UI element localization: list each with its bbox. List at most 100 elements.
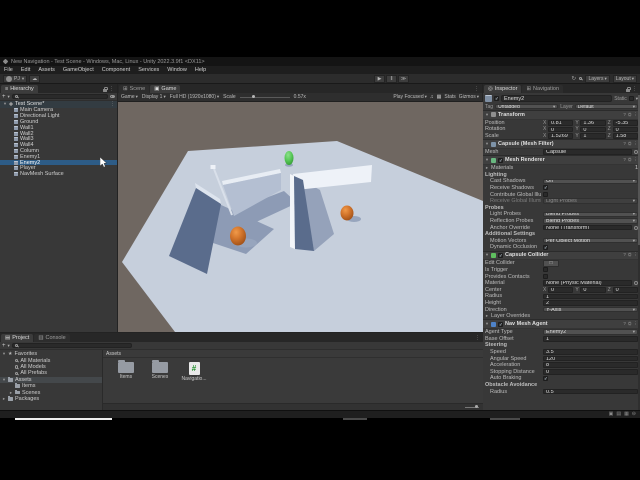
resolution-dropdown[interactable]: Full HD (1920x1080) ▾ (170, 94, 219, 100)
component-header[interactable]: ▾Transform?⛭⋮ (483, 111, 640, 120)
chevron-down-icon[interactable]: ▾ (8, 343, 10, 349)
tag-dropdown[interactable]: Untagged ▾ (495, 104, 558, 110)
layers-dropdown[interactable]: Layers ▾ (585, 75, 609, 83)
preset-icon[interactable]: ⛭ (628, 321, 632, 327)
game-viewport[interactable] (118, 102, 482, 332)
foldout-closed-icon[interactable]: ▸ (9, 390, 13, 396)
vector-value-field[interactable]: 1 (580, 133, 605, 139)
checkbox[interactable] (543, 267, 548, 272)
lock-icon[interactable] (626, 89, 630, 92)
display-dropdown[interactable]: Display 1 ▾ (142, 94, 166, 100)
preset-icon[interactable]: ⛭ (628, 112, 632, 118)
foldout-open-icon[interactable]: ▾ (485, 141, 489, 147)
scene-visibility-icon[interactable] (110, 95, 115, 98)
pause-button[interactable]: ‖ (386, 75, 397, 83)
value-field[interactable]: 8 (543, 362, 638, 368)
value-field[interactable]: 1 (543, 294, 638, 300)
hierarchy-item-navmesh-surface[interactable]: NavMesh Surface (0, 171, 117, 177)
create-asset-button[interactable]: + (2, 343, 6, 349)
aspect-grid-icon[interactable]: ▦ (437, 94, 442, 100)
dropdown[interactable]: Enemy2▾ (543, 329, 638, 335)
dropdown[interactable]: Y-Axis▾ (543, 307, 638, 313)
foldout-closed-icon[interactable]: ▸ (485, 313, 489, 319)
layout-dropdown[interactable]: Layout ▾ (613, 75, 637, 83)
tab-project[interactable]: ▤ Project (1, 334, 33, 342)
menu-component[interactable]: Component (102, 67, 130, 73)
status-icon-console[interactable]: ▦ (624, 412, 629, 417)
tab-scene[interactable]: ⊞ Scene (119, 85, 149, 93)
kebab-menu-icon[interactable]: ⋮ (109, 86, 114, 92)
foldout-open-icon[interactable]: ▾ (485, 252, 489, 258)
menu-assets[interactable]: Assets (38, 67, 55, 73)
project-tree-packages[interactable]: ▸Packages (0, 396, 102, 402)
component-header[interactable]: ▾Capsule (Mesh Filter)?⛭⋮ (483, 140, 640, 149)
kebab-menu-icon[interactable]: ⋮ (632, 86, 637, 92)
component-header[interactable]: ▾✓Nav Mesh Agent?⛭⋮ (483, 320, 640, 329)
layer-dropdown[interactable]: Default ▾ (575, 104, 638, 110)
value-field[interactable]: 1 (543, 336, 638, 342)
preset-icon[interactable]: ⛭ (628, 157, 632, 163)
menu-services[interactable]: Services (138, 67, 159, 73)
object-field[interactable]: None (Physic Material) (543, 280, 632, 286)
vector-value-field[interactable]: 0 (613, 287, 638, 293)
help-icon[interactable]: ? (623, 141, 626, 147)
value-field[interactable]: 3.5 (543, 349, 638, 355)
play-mode-dropdown[interactable]: Play Focused ▾ (393, 94, 427, 100)
mute-audio-icon[interactable]: ♫ (430, 94, 434, 100)
vector-value-field[interactable]: 1.5269 (548, 133, 573, 139)
menu-gameobject[interactable]: GameObject (63, 67, 94, 73)
add-object-button[interactable]: + (2, 94, 6, 100)
hierarchy-search-input[interactable] (19, 94, 105, 100)
gizmos-dropdown[interactable]: Gizmos ▾ (459, 94, 479, 100)
checkbox[interactable] (543, 274, 548, 279)
foldout-open-icon[interactable]: ▾ (2, 351, 6, 357)
vector-value-field[interactable]: 0 (613, 127, 638, 133)
asset-navigatio-[interactable]: #Navigatio... (181, 362, 207, 403)
kebab-menu-icon[interactable]: ⋮ (475, 335, 480, 341)
status-icon-cache[interactable]: ▤ (616, 412, 621, 417)
foldout-open-icon[interactable]: ▾ (2, 377, 6, 383)
preset-icon[interactable]: ⛭ (628, 141, 632, 147)
object-name-field[interactable] (501, 95, 612, 102)
component-enabled-checkbox[interactable]: ✓ (498, 322, 503, 327)
tab-inspector[interactable]: ◎ Inspector (484, 85, 521, 93)
static-checkbox[interactable] (629, 96, 634, 101)
dropdown[interactable]: Blend Probes▾ (543, 218, 638, 224)
menu-help[interactable]: Help (195, 67, 206, 73)
foldout-open-icon[interactable]: ▾ (485, 112, 489, 118)
play-button[interactable]: ▶ (374, 75, 385, 83)
scale-slider[interactable] (240, 97, 290, 98)
lock-icon[interactable] (103, 89, 107, 92)
cloud-services-button[interactable]: ☁ (29, 75, 40, 83)
foldout-open-icon[interactable]: ▾ (485, 157, 489, 163)
checkbox[interactable] (543, 192, 548, 197)
project-search-field[interactable] (12, 343, 132, 349)
component-header[interactable]: ▾✓Mesh Renderer?⛭⋮ (483, 156, 640, 165)
step-button[interactable]: ≫ (398, 75, 409, 83)
foldout-open-icon[interactable]: ▾ (3, 101, 7, 107)
hierarchy-search-field[interactable] (12, 94, 108, 100)
game-mode-dropdown[interactable]: Game ▾ (121, 94, 138, 100)
vector-value-field[interactable]: 0 (548, 127, 573, 133)
component-header[interactable]: ▾✓Capsule Collider?⛭⋮ (483, 252, 640, 261)
chevron-down-icon[interactable]: ▾ (8, 94, 10, 100)
help-icon[interactable]: ? (623, 112, 626, 118)
value-field[interactable]: 0.5 (543, 389, 638, 395)
tab-console[interactable]: ▥ Console (34, 334, 69, 342)
vector-value-field[interactable]: 1.58 (613, 133, 638, 139)
menu-window[interactable]: Window (167, 67, 187, 73)
tab-hierarchy[interactable]: ≡ Hierarchy (1, 85, 38, 93)
thumbnail-size-slider[interactable] (465, 407, 479, 408)
status-icon-progress[interactable]: ⊖ (632, 412, 636, 417)
status-icon-packages[interactable]: ▣ (609, 412, 614, 417)
help-icon[interactable]: ? (623, 157, 626, 163)
vector-value-field[interactable]: 0 (580, 287, 605, 293)
edit-collider-button[interactable]: □ (543, 260, 559, 267)
undo-history-icon[interactable]: ↻ (571, 76, 576, 82)
menu-edit[interactable]: Edit (21, 67, 30, 73)
vector-value-field[interactable]: 0.81 (548, 120, 573, 126)
vector-value-field[interactable]: -5.35 (613, 120, 638, 126)
asset-scenes[interactable]: Scenes (147, 362, 173, 403)
help-icon[interactable]: ? (623, 321, 626, 327)
value-field[interactable]: 2 (543, 300, 638, 306)
